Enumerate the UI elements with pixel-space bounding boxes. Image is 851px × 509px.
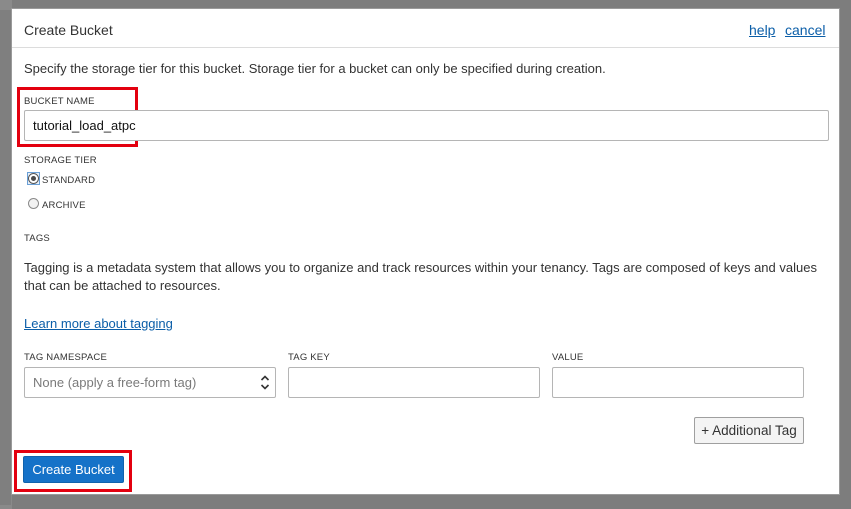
background-page-edge [0,10,11,505]
tag-namespace-select[interactable]: None (apply a free-form tag) [24,367,276,398]
bucket-name-label: BUCKET NAME [24,96,95,107]
storage-tier-label: STORAGE TIER [24,155,97,166]
tag-value-label: VALUE [552,352,584,363]
learn-more-tagging-link[interactable]: Learn more about tagging [24,316,173,331]
archive-radio-label[interactable]: ARCHIVE [42,200,86,211]
standard-radio[interactable] [28,173,39,184]
tags-label: TAGS [24,233,50,244]
archive-radio[interactable] [28,198,39,209]
tag-namespace-value: None (apply a free-form tag) [33,375,197,390]
dialog-header: Create Bucket help cancel [12,9,839,48]
additional-tag-button[interactable]: + Additional Tag [694,417,804,444]
dialog-title: Create Bucket [24,22,113,38]
tag-key-label: TAG KEY [288,352,330,363]
standard-radio-label[interactable]: STANDARD [42,175,95,186]
create-bucket-button[interactable]: Create Bucket [23,456,124,483]
bucket-name-input[interactable] [24,110,829,141]
cancel-link[interactable]: cancel [785,22,825,38]
tags-description: Tagging is a metadata system that allows… [24,260,817,293]
dialog-description: Specify the storage tier for this bucket… [24,61,606,76]
tag-namespace-label: TAG NAMESPACE [24,352,108,363]
tag-value-input[interactable] [552,367,804,398]
updown-chevron-icon [260,375,270,390]
help-link[interactable]: help [749,22,775,38]
tag-key-input[interactable] [288,367,540,398]
create-bucket-dialog: Create Bucket help cancel Specify the st… [11,8,840,495]
